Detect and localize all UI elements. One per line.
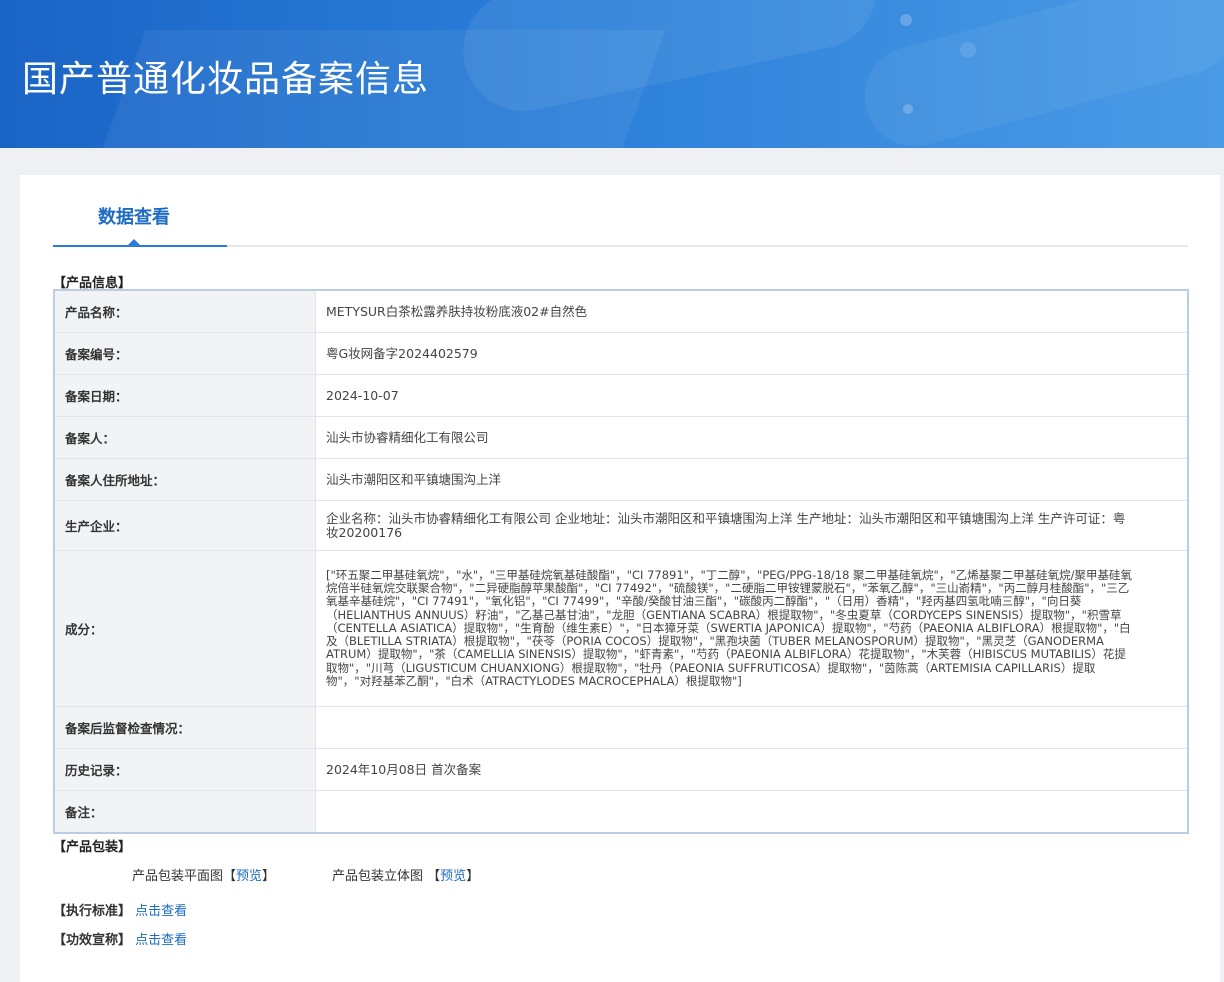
preview-stereo-link[interactable]: 预览 [440, 869, 466, 884]
row-value: 粤G妆网备字2024402579 [315, 332, 1188, 375]
row-label: 备案人： [54, 416, 316, 459]
table-row: 备案人： 汕头市协睿精细化工有限公司 [54, 416, 1188, 459]
page-title: 国产普通化妆品备案信息 [22, 59, 430, 100]
efficacy-view-link[interactable]: 点击查看 [135, 933, 187, 948]
row-label: 备案日期： [54, 374, 316, 417]
tab-data-view[interactable]: 数据查看 [53, 175, 227, 247]
table-row: 备案日期： 2024-10-07 [54, 374, 1188, 417]
bracket: 【 [223, 869, 237, 884]
row-label: 历史记录： [54, 748, 316, 791]
row-value: METYSUR白茶松露养肤持妆粉底液02#自然色 [315, 290, 1188, 333]
section-title-efficacy: 【功效宣称】 [53, 933, 132, 948]
bracket: 】 [262, 869, 276, 884]
banner-decoration [900, 14, 912, 26]
section-title-packaging: 【产品包装】 [53, 840, 132, 855]
table-row: 备注： [54, 790, 1188, 834]
row-value: 汕头市协睿精细化工有限公司 [315, 416, 1188, 459]
row-label: 备注： [54, 790, 316, 834]
row-value: 汕头市潮阳区和平镇塘围沟上洋 [315, 458, 1188, 501]
bracket: 】 [466, 869, 480, 884]
banner-decoration [960, 42, 976, 58]
section-title-standard: 【执行标准】 [53, 904, 132, 919]
banner-decoration [452, 0, 888, 123]
row-value: 2024-10-07 [315, 374, 1188, 417]
header-banner: 国产普通化妆品备案信息 [0, 0, 1224, 148]
packaging-stereo: 产品包装立体图 【预览】 [332, 865, 479, 884]
row-value: 企业名称：汕头市协睿精细化工有限公司 企业地址：汕头市潮阳区和平镇塘围沟上洋 生… [315, 500, 1188, 551]
efficacy-row: 【功效宣称】 点击查看 [53, 929, 187, 948]
row-value: 2024年10月08日 首次备案 [315, 748, 1188, 791]
tab-bar: 数据查看 [53, 175, 1188, 247]
row-label: 备案人住所地址： [54, 458, 316, 501]
table-row: 成分： ["环五聚二甲基硅氧烷"，"水"，"三甲基硅烷氧基硅酸酯"，"CI 77… [54, 550, 1188, 707]
bracket: 【 [427, 869, 441, 884]
row-label: 备案后监督检查情况： [54, 706, 316, 749]
standard-row: 【执行标准】 点击查看 [53, 900, 187, 919]
row-label: 备案编号： [54, 332, 316, 375]
row-label: 成分： [54, 550, 316, 707]
table-row: 历史记录： 2024年10月08日 首次备案 [54, 748, 1188, 791]
row-value: ["环五聚二甲基硅氧烷"，"水"，"三甲基硅烷氧基硅酸酯"，"CI 77891"… [315, 550, 1188, 707]
row-value [315, 790, 1188, 834]
product-info-table: 产品名称： METYSUR白茶松露养肤持妆粉底液02#自然色 备案编号： 粤G妆… [53, 289, 1189, 834]
banner-decoration [903, 104, 913, 114]
row-label: 产品名称： [54, 290, 316, 333]
tab-label: 数据查看 [98, 207, 170, 228]
packaging-stereo-label: 产品包装立体图 [332, 869, 424, 884]
content-card: 数据查看 【产品信息】 产品名称： METYSUR白茶松露养肤持妆粉底液02#自… [20, 175, 1220, 982]
row-value [315, 706, 1188, 749]
table-row: 备案编号： 粤G妆网备字2024402579 [54, 332, 1188, 375]
tab-active-caret [127, 239, 141, 246]
packaging-flat-label: 产品包装平面图 [132, 869, 224, 884]
table-row: 备案后监督检查情况： [54, 706, 1188, 749]
standard-view-link[interactable]: 点击查看 [135, 904, 187, 919]
preview-flat-link[interactable]: 预览 [236, 869, 262, 884]
row-label: 生产企业： [54, 500, 316, 551]
table-row: 产品名称： METYSUR白茶松露养肤持妆粉底液02#自然色 [54, 290, 1188, 333]
table-row: 生产企业： 企业名称：汕头市协睿精细化工有限公司 企业地址：汕头市潮阳区和平镇塘… [54, 500, 1188, 551]
table-row: 备案人住所地址： 汕头市潮阳区和平镇塘围沟上洋 [54, 458, 1188, 501]
packaging-flat: 产品包装平面图【预览】 [132, 865, 275, 884]
